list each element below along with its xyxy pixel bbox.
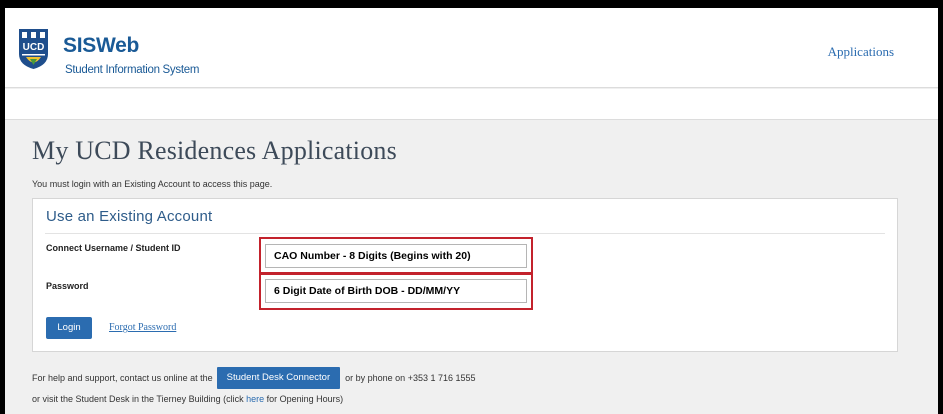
- help-text-line-2: or visit the Student Desk in the Tierney…: [32, 394, 343, 404]
- password-input[interactable]: 6 Digit Date of Birth DOB - DD/MM/YY: [265, 279, 527, 303]
- browser-viewport: UCD SISWeb Student Information System Ap…: [5, 8, 938, 414]
- panel-divider: [45, 233, 885, 234]
- help-prefix-text: For help and support, contact us online …: [32, 373, 213, 383]
- help-line2-prefix: or visit the Student Desk in the Tierney…: [32, 394, 247, 404]
- nav-link-applications[interactable]: Applications: [828, 44, 894, 60]
- forgot-password-link[interactable]: Forgot Password: [109, 322, 176, 333]
- header-band: [5, 89, 938, 120]
- ucd-crest-logo[interactable]: UCD: [18, 28, 49, 70]
- site-brand[interactable]: SISWeb: [63, 34, 139, 58]
- student-desk-connector-button[interactable]: Student Desk Connector: [216, 367, 341, 389]
- help-suffix-text: or by phone on +353 1 716 1555: [345, 373, 476, 383]
- page-title: My UCD Residences Applications: [32, 136, 397, 165]
- site-tagline: Student Information System: [65, 64, 200, 76]
- login-button[interactable]: Login: [46, 317, 92, 339]
- existing-account-panel: Use an Existing Account Connect Username…: [32, 198, 898, 352]
- help-text-line-1: For help and support, contact us online …: [32, 366, 476, 390]
- username-input[interactable]: CAO Number - 8 Digits (Begins with 20): [265, 244, 527, 268]
- site-header: UCD SISWeb Student Information System Ap…: [5, 8, 938, 88]
- help-line2-suffix: for Opening Hours): [264, 394, 344, 404]
- password-label: Password: [46, 281, 89, 291]
- logo-text: UCD: [23, 42, 45, 53]
- opening-hours-link[interactable]: here: [246, 394, 264, 404]
- panel-title: Use an Existing Account: [46, 208, 213, 225]
- login-required-note: You must login with an Existing Account …: [32, 179, 273, 189]
- username-label: Connect Username / Student ID: [46, 243, 181, 253]
